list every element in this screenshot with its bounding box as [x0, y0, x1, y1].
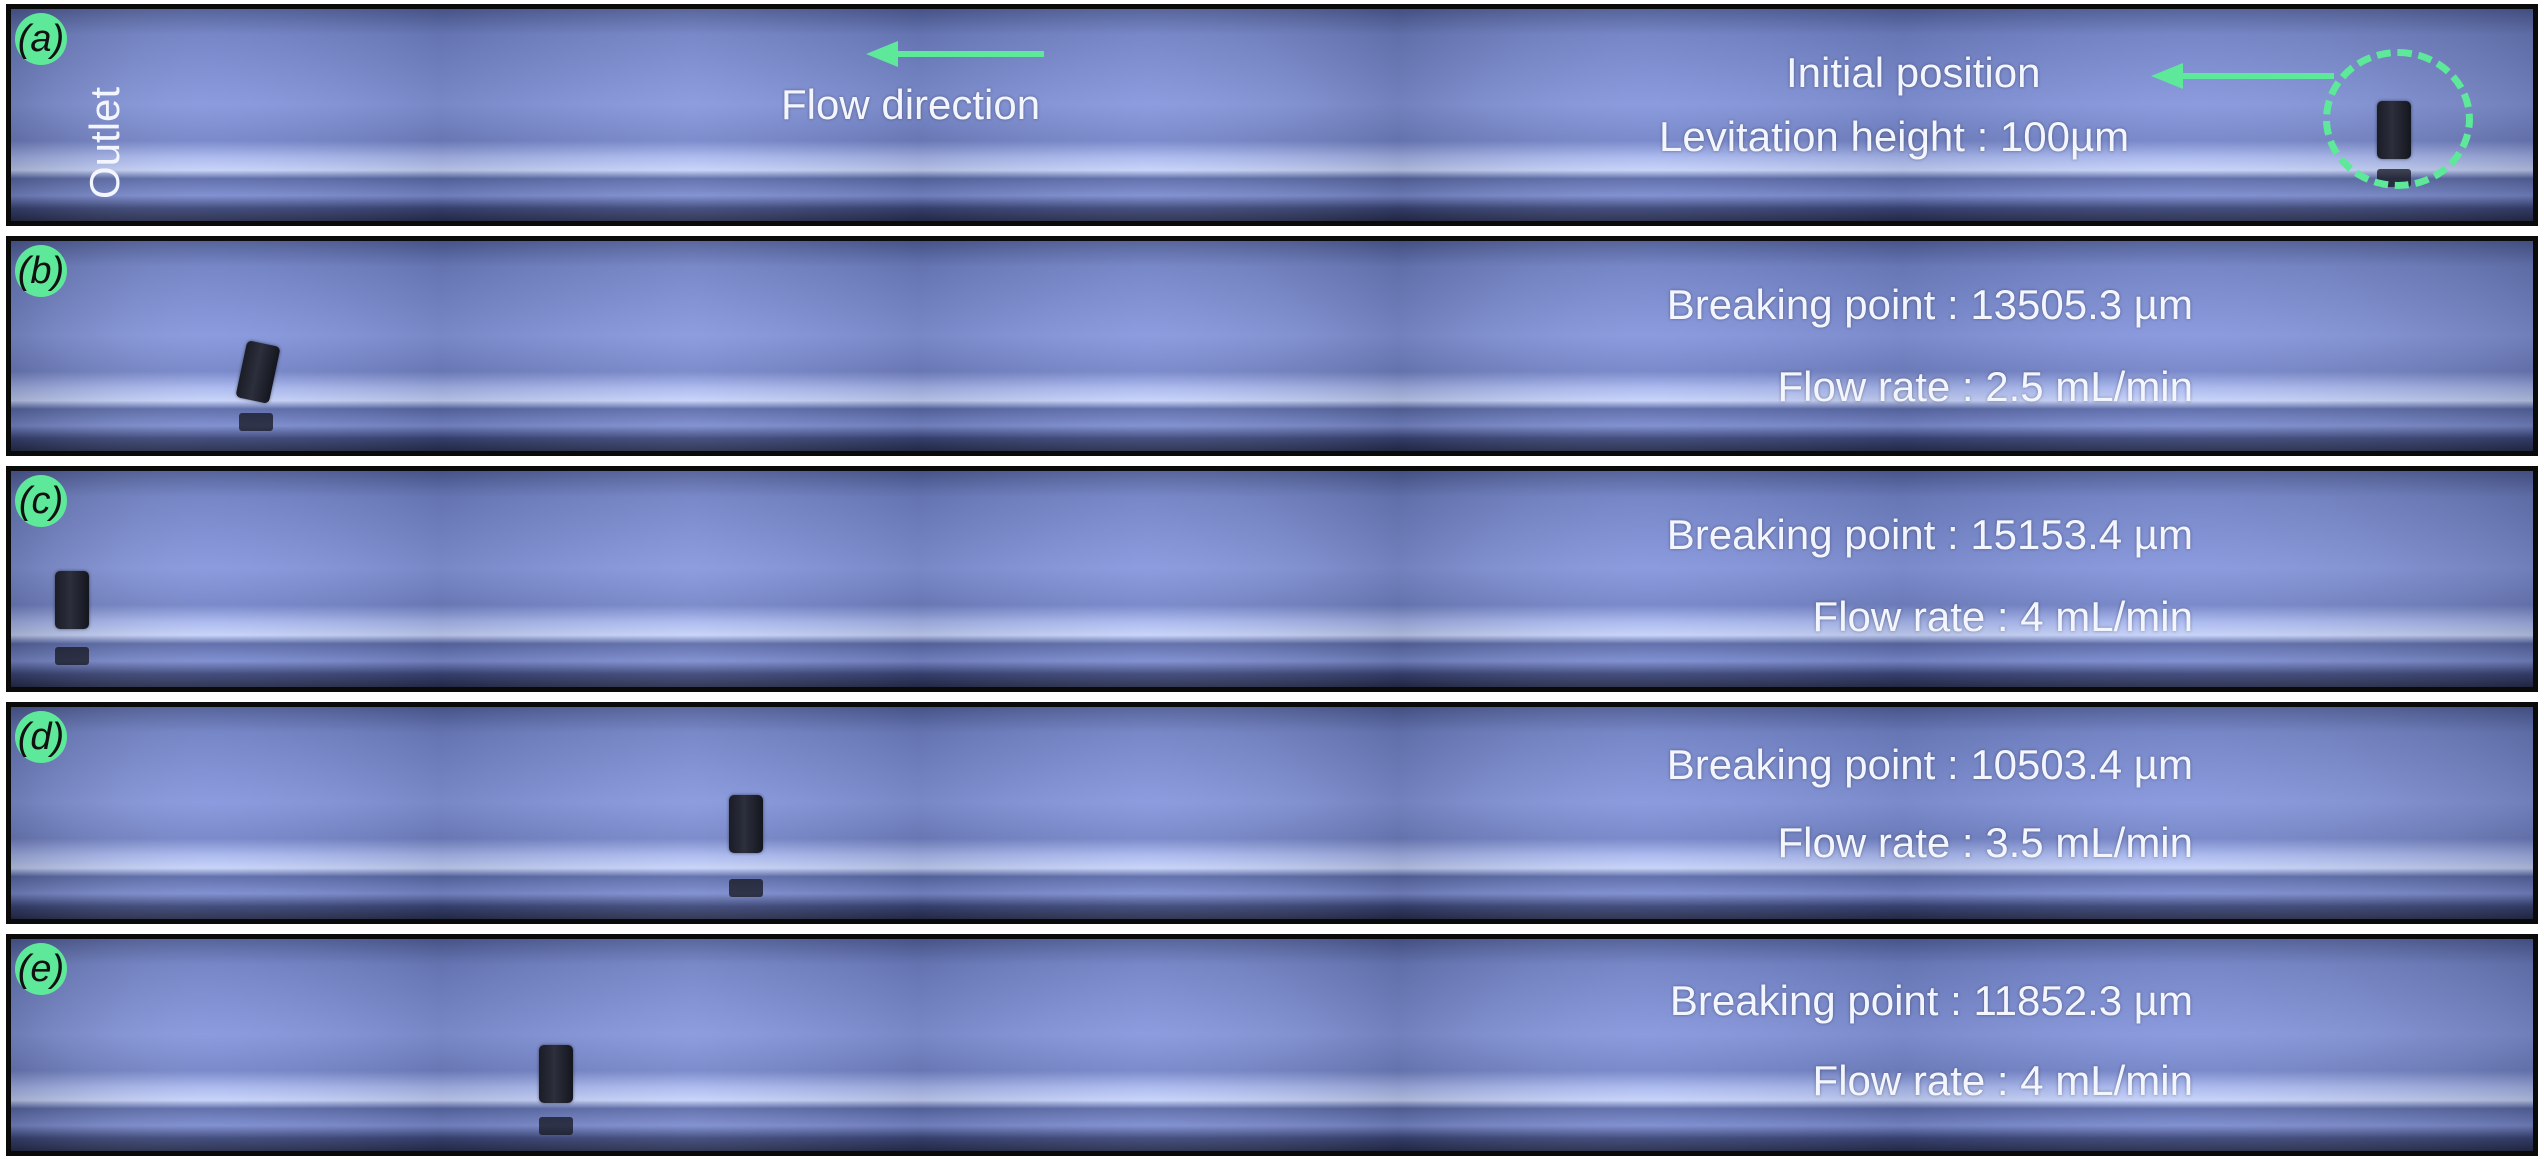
- flow-rate-label: Flow rate : 2.5 mL/min: [1777, 363, 2193, 410]
- panel-c: (c) Breaking point : 15153.4 µm Flow rat…: [6, 466, 2538, 692]
- breaking-point-label: Breaking point : 11852.3 µm: [1669, 977, 2193, 1024]
- channel-image: [11, 939, 2533, 1151]
- channel-image: [11, 471, 2533, 687]
- panel-label: (d): [15, 711, 67, 763]
- panel-a: (a) Outlet Flow direction Initial positi…: [6, 4, 2538, 226]
- particle-shadow: [55, 647, 89, 665]
- initial-position-label: Initial position: [1786, 49, 2041, 96]
- flow-rate-label: Flow rate : 4 mL/min: [1812, 1057, 2193, 1104]
- outlet-label: Outlet: [81, 86, 128, 199]
- panel-label: (c): [15, 475, 67, 527]
- panel-b: (b) Breaking point : 13505.3 µm Flow rat…: [6, 236, 2538, 456]
- breaking-point-label: Breaking point : 15153.4 µm: [1666, 511, 2193, 558]
- initial-position-circle: [2323, 49, 2473, 189]
- particle: [729, 795, 763, 853]
- panel-label: (e): [15, 943, 67, 995]
- particle: [539, 1045, 573, 1103]
- channel-image: [11, 9, 2533, 221]
- initial-arrow-icon: [2151, 63, 2334, 89]
- particle: [55, 571, 89, 629]
- panel-label: (b): [15, 245, 67, 297]
- channel-image: [11, 707, 2533, 919]
- particle-shadow: [539, 1117, 573, 1135]
- panel-label: (a): [15, 13, 67, 65]
- breaking-point-label: Breaking point : 10503.4 µm: [1666, 741, 2193, 788]
- levitation-height-label: Levitation height : 100µm: [1659, 113, 2130, 160]
- flow-arrow-icon: [866, 41, 1044, 67]
- flow-rate-label: Flow rate : 4 mL/min: [1812, 593, 2193, 640]
- channel-image: [11, 241, 2533, 451]
- flow-direction-label: Flow direction: [781, 81, 1041, 128]
- flow-rate-label: Flow rate : 3.5 mL/min: [1777, 819, 2193, 866]
- particle-shadow: [239, 413, 273, 431]
- breaking-point-label: Breaking point : 13505.3 µm: [1666, 281, 2193, 328]
- panel-e: (e) Breaking point : 11852.3 µm Flow rat…: [6, 934, 2538, 1156]
- panel-d: (d) Breaking point : 10503.4 µm Flow rat…: [6, 702, 2538, 924]
- particle-shadow: [729, 879, 763, 897]
